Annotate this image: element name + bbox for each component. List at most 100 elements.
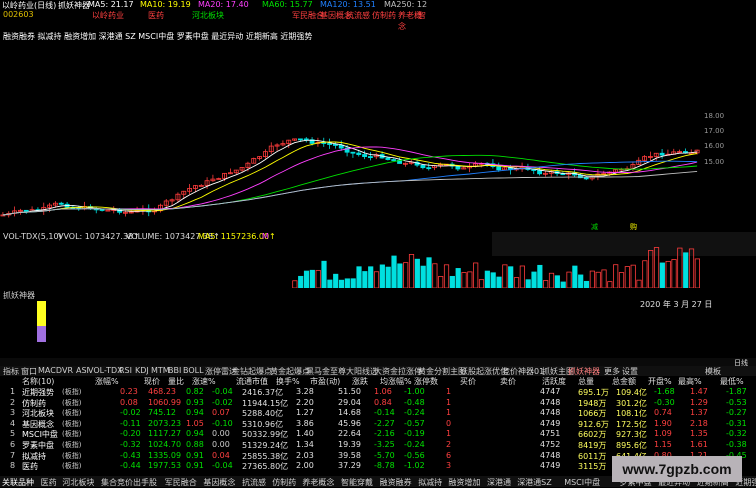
related-sector-link[interactable]: 医药 (41, 477, 57, 488)
candle-body (537, 170, 543, 175)
volume-bar (513, 277, 520, 288)
column-header[interactable]: 均涨幅% (380, 376, 412, 387)
related-sector-link[interactable]: 融资融券 (380, 477, 412, 488)
volume-chart[interactable]: 15000010000050000 (0, 242, 700, 288)
cell-vol: 1066万 (578, 409, 607, 419)
sector-name[interactable]: 医药 (22, 461, 38, 472)
cell-avg: -0.24 (404, 440, 425, 449)
related-sector-link[interactable]: 集合竞价出手股 (101, 477, 157, 488)
cell-chg: -0.43 (120, 450, 141, 460)
cell-vr: 0.94 (186, 408, 204, 418)
cell-mv: 11944.15亿 (242, 398, 289, 408)
ma10-legend: MA10: 19.19 (140, 0, 191, 9)
related-sector-link[interactable]: 深港通 (487, 477, 511, 488)
indicator-tab[interactable]: MTM (151, 366, 170, 375)
cell-act: 4748 (540, 408, 561, 418)
table-row[interactable]: 1 近期强势 (板指) 0.23 468.23 0.82 -0.04 2416.37亿 3.28… (0, 387, 756, 398)
indicator-tab[interactable]: MACD (38, 366, 62, 375)
column-header[interactable]: 市盈(动) (310, 376, 340, 387)
related-sector-link[interactable]: 抗流感 (242, 477, 266, 488)
related-sector-link[interactable]: 河北板块 (62, 477, 94, 488)
sector-name[interactable]: 拟减持 (22, 451, 46, 462)
column-header[interactable]: 最高% (678, 376, 702, 387)
column-header[interactable]: 涨停数 (414, 376, 438, 387)
table-row[interactable]: 2 仿制药 (板指) 0.08 1060.99 0.93 -0.02 11944.15亿 2.2… (0, 398, 756, 409)
column-header[interactable]: 现价 (144, 376, 160, 387)
related-sector-link[interactable]: 拟减持 (418, 477, 442, 488)
cell-mv: 5288.40亿 (242, 409, 284, 419)
cell-vr: 0.91 (186, 461, 204, 471)
sector-name[interactable]: 基因概念 (22, 419, 54, 430)
indicator-bar-yellow (37, 301, 46, 326)
indicator-tab[interactable]: KDJ (135, 366, 149, 375)
sector-name[interactable]: 仿制药 (22, 398, 46, 409)
indicator-chart[interactable]: 4.003.002.001.000.00-1.00 (0, 298, 700, 356)
related-sector-link[interactable]: 融资增加 (448, 477, 480, 488)
indicator-tab[interactable]: ASI (76, 366, 89, 375)
table-row[interactable]: 3 河北板块 (板指) -0.02 745.12 0.94 0.07 5288.40亿 1.27… (0, 408, 756, 419)
cell-mv: 25855.38亿 (242, 451, 289, 461)
table-row[interactable]: 6 罗素中盘 (板指) -0.32 1024.70 0.88 0.00 51329.24亿 1.… (0, 440, 756, 451)
volume-bar (414, 258, 420, 288)
column-header[interactable]: 换手% (276, 376, 300, 387)
indicator-tab[interactable]: VR (62, 366, 73, 375)
cell-spd: 0.00 (212, 440, 230, 449)
volume-bar (688, 248, 695, 288)
column-header[interactable]: 总金额 (612, 376, 636, 387)
volume-bar (613, 264, 619, 288)
cell-mv: 27365.80亿 (242, 462, 289, 472)
column-header[interactable]: 卖价 (500, 376, 516, 387)
candle-body (23, 209, 29, 212)
indicator-tab[interactable]: BOLL (183, 366, 204, 375)
table-row[interactable]: 5 MSCI中盘 (板指) -0.20 1117.27 0.94 0.00 50332.99亿… (0, 429, 756, 440)
column-header[interactable]: 总量 (578, 376, 594, 387)
scrollbar[interactable]: 日线 (0, 358, 756, 367)
candle-body (303, 138, 309, 141)
related-sector-link[interactable]: 基因概念 (203, 477, 235, 488)
column-header[interactable]: 活跃度 (542, 376, 566, 387)
sector-type: (板指) (62, 388, 82, 396)
candle-body (198, 185, 204, 187)
vol-indicator-name[interactable]: VOL-TDX(5,10) (3, 232, 62, 241)
column-header[interactable]: 名称(10) (22, 376, 54, 387)
cell-op: 1.15 (654, 440, 672, 449)
ma250-line (2, 170, 698, 216)
related-sector-link[interactable]: 智能穿戴 (341, 477, 373, 488)
column-header[interactable]: 涨幅% (95, 376, 119, 387)
indicator-tab[interactable]: RSI (119, 366, 132, 375)
sector-name[interactable]: 罗素中盘 (22, 440, 54, 451)
column-header[interactable]: 买价 (460, 376, 476, 387)
related-sector-link[interactable]: 深港通SZ (517, 477, 552, 488)
cell-hi: 2.18 (690, 418, 708, 428)
related-sector-link[interactable]: 养老概念 (302, 477, 334, 488)
indicator-tab[interactable]: VOL-TDX (88, 366, 123, 375)
candle-body (659, 152, 665, 156)
table-row[interactable]: 4 基因概念 (板指) -0.11 2073.23 1.05 -0.10 5310.96亿 3.… (0, 419, 756, 430)
cell-lo: -0.27 (726, 408, 747, 418)
sector-name[interactable]: 近期强势 (22, 387, 54, 398)
column-header[interactable]: 开盘% (648, 376, 672, 387)
cell-act: 4749 (540, 418, 561, 428)
column-header[interactable]: 涨跌 (352, 376, 368, 387)
related-sector-link[interactable]: 关联品种 (2, 477, 34, 488)
cell-vol: 912.6万 (578, 419, 609, 429)
cell-spd: 0.04 (212, 450, 230, 460)
related-sector-link[interactable]: 军民融合 (165, 477, 197, 488)
concept-tags[interactable]: 融资融券 拟减持 融资增加 深港通 SZ MSCI中盘 罗素中盘 最近异动 近期… (3, 31, 312, 42)
column-header[interactable]: 涨速% (192, 376, 216, 387)
related-sector-link[interactable]: 仿制药 (272, 477, 296, 488)
sector-name[interactable]: MSCI中盘 (22, 429, 58, 440)
ma60-line (2, 154, 698, 216)
cell-price: 745.12 (148, 408, 176, 418)
volume-bar (502, 264, 508, 288)
candle-body (332, 144, 338, 146)
column-header[interactable]: 流通市值 (236, 376, 268, 387)
sector-name[interactable]: 河北板块 (22, 408, 54, 419)
related-sector-link[interactable]: MSCI中盘 (564, 477, 600, 488)
volume-bar (595, 271, 601, 288)
cell-op: 0.74 (654, 408, 672, 418)
column-header[interactable]: 量比 (168, 376, 184, 387)
cell-price: 1117.27 (148, 429, 182, 439)
indicator-tab[interactable]: BBI (168, 366, 181, 375)
column-header[interactable]: 最低% (720, 376, 744, 387)
